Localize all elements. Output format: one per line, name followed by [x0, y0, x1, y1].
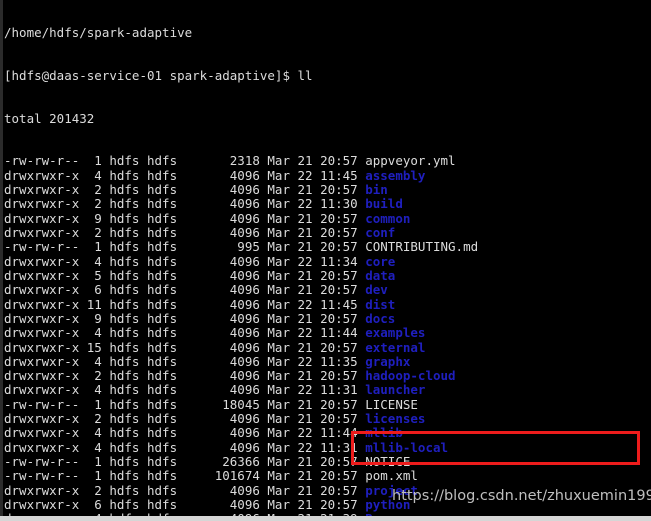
list-item-name[interactable]: build [365, 196, 403, 211]
list-row-metadata: drwxrwxr-x 2 hdfs hdfs 4096 Mar 21 20:57 [4, 225, 366, 240]
list-row-metadata: drwxrwxr-x 11 hdfs hdfs 4096 Mar 22 11:4… [4, 296, 366, 312]
list-item-name[interactable]: conf [365, 225, 395, 240]
list-row-metadata: drwxrwxr-x 2 hdfs hdfs 4096 Mar 21 20:57 [4, 182, 366, 198]
table-row[interactable]: drwxrwxr-x 5 hdfs hdfs 4096 Mar 21 20:57… [4, 267, 606, 283]
list-item-name[interactable]: docs [365, 311, 395, 326]
list-item-name[interactable]: mllib [365, 425, 403, 440]
list-row-metadata: drwxrwxr-x 6 hdfs hdfs 4096 Mar 21 20:57 [4, 282, 366, 298]
command-prompt-line: [hdfs@daas-service-01 spark-adaptive]$ l… [4, 67, 313, 83]
file-listing[interactable]: -rw-rw-r-- 1 hdfs hdfs 2318 Mar 21 20:57… [4, 154, 606, 521]
table-row[interactable]: drwxrwxr-x 2 hdfs hdfs 4096 Mar 21 20:57… [4, 182, 606, 198]
watermark-text: https://blog.csdn.net/zhuxuemin1991 [392, 488, 651, 504]
table-row[interactable]: drwxrwxr-x 4 hdfs hdfs 4096 Mar 22 11:31… [4, 439, 606, 455]
list-row-metadata: drwxrwxr-x 15 hdfs hdfs 4096 Mar 21 20:5… [4, 339, 366, 355]
list-item-name[interactable]: CONTRIBUTING.md [365, 239, 478, 254]
table-row[interactable]: drwxrwxr-x 4 hdfs hdfs 4096 Mar 22 11:44… [4, 326, 606, 340]
table-row[interactable]: drwxrwxr-x 11 hdfs hdfs 4096 Mar 22 11:4… [4, 296, 606, 312]
list-item-name[interactable]: hadoop-cloud [365, 368, 455, 383]
terminal-window[interactable]: /home/hdfs/spark-adaptive [hdfs@daas-ser… [0, 0, 651, 521]
list-item-name[interactable]: appveyor.yml [365, 153, 455, 168]
list-row-metadata: drwxrwxr-x 2 hdfs hdfs 4096 Mar 21 20:57 [4, 482, 366, 498]
list-row-metadata: -rw-rw-r-- 1 hdfs hdfs 26366 Mar 21 20:5… [4, 454, 366, 469]
window-left-edge [0, 0, 3, 521]
table-row[interactable]: drwxrwxr-x 2 hdfs hdfs 4096 Mar 21 20:57… [4, 368, 606, 384]
list-row-metadata: drwxrwxr-x 2 hdfs hdfs 4096 Mar 22 11:30 [4, 196, 366, 212]
table-row[interactable]: -rw-rw-r-- 1 hdfs hdfs 26366 Mar 21 20:5… [4, 454, 606, 469]
table-row[interactable]: drwxrwxr-x 2 hdfs hdfs 4096 Mar 21 20:57… [4, 225, 606, 240]
list-row-metadata: drwxrwxr-x 4 hdfs hdfs 4096 Mar 22 11:31 [4, 382, 366, 398]
table-row[interactable]: drwxrwxr-x 15 hdfs hdfs 4096 Mar 21 20:5… [4, 339, 606, 355]
table-row[interactable]: drwxrwxr-x 4 hdfs hdfs 4096 Mar 22 11:34… [4, 253, 606, 269]
list-row-metadata: drwxrwxr-x 4 hdfs hdfs 4096 Mar 22 11:45 [4, 167, 366, 183]
list-item-name[interactable]: LICENSE [365, 397, 418, 412]
list-item-name[interactable]: data [365, 268, 395, 283]
list-row-metadata: drwxrwxr-x 4 hdfs hdfs 4096 Mar 22 11:44 [4, 325, 366, 341]
table-row[interactable]: drwxrwxr-x 4 hdfs hdfs 4096 Mar 22 11:44… [4, 426, 606, 440]
list-row-metadata: drwxrwxr-x 2 hdfs hdfs 4096 Mar 21 20:57 [4, 411, 366, 427]
list-row-metadata: drwxrwxr-x 6 hdfs hdfs 4096 Mar 21 20:57 [4, 496, 366, 512]
list-item-name[interactable]: common [365, 211, 410, 226]
list-item-name[interactable]: core [365, 254, 395, 269]
total-line: total 201432 [4, 110, 95, 126]
list-row-metadata: drwxrwxr-x 4 hdfs hdfs 4096 Mar 22 11:31 [4, 439, 366, 455]
list-item-name[interactable]: dev [365, 282, 388, 297]
list-item-name[interactable]: licenses [365, 411, 425, 426]
terminal-screen[interactable]: /home/hdfs/spark-adaptive [hdfs@daas-ser… [4, 0, 606, 521]
table-row[interactable]: drwxrwxr-x 4 hdfs hdfs 4096 Mar 22 11:31… [4, 383, 606, 397]
table-row[interactable]: drwxrwxr-x 4 hdfs hdfs 4096 Mar 22 11:45… [4, 167, 606, 183]
list-row-metadata: drwxrwxr-x 5 hdfs hdfs 4096 Mar 21 20:57 [4, 267, 366, 283]
table-row[interactable]: drwxrwxr-x 6 hdfs hdfs 4096 Mar 21 20:57… [4, 283, 606, 297]
list-row-metadata: -rw-rw-r-- 1 hdfs hdfs 18045 Mar 21 20:5… [4, 396, 366, 412]
table-row[interactable]: -rw-rw-r-- 1 hdfs hdfs 18045 Mar 21 20:5… [4, 396, 606, 412]
list-item-name[interactable]: examples [365, 325, 425, 340]
window-bottom-edge [0, 516, 651, 521]
list-item-name[interactable]: pom.xml [365, 468, 418, 483]
path-line: /home/hdfs/spark-adaptive [4, 24, 193, 40]
list-item-name[interactable]: NOTICE [365, 454, 410, 469]
table-row[interactable]: -rw-rw-r-- 1 hdfs hdfs 2318 Mar 21 20:57… [4, 154, 606, 168]
table-row[interactable]: drwxrwxr-x 2 hdfs hdfs 4096 Mar 21 20:57… [4, 411, 606, 427]
list-row-metadata: -rw-rw-r-- 1 hdfs hdfs 101674 Mar 21 20:… [4, 468, 366, 484]
table-row[interactable]: -rw-rw-r-- 1 hdfs hdfs 101674 Mar 21 20:… [4, 469, 606, 483]
list-row-metadata: drwxrwxr-x 4 hdfs hdfs 4096 Mar 22 11:34 [4, 253, 366, 269]
table-row[interactable]: drwxrwxr-x 9 hdfs hdfs 4096 Mar 21 20:57… [4, 310, 606, 326]
list-row-metadata: drwxrwxr-x 9 hdfs hdfs 4096 Mar 21 20:57 [4, 210, 366, 226]
list-item-name[interactable]: graphx [365, 354, 410, 369]
list-item-name[interactable]: launcher [365, 382, 425, 397]
table-row[interactable]: -rw-rw-r-- 1 hdfs hdfs 995 Mar 21 20:57 … [4, 240, 606, 254]
list-item-name[interactable]: bin [365, 182, 388, 197]
list-row-metadata: drwxrwxr-x 2 hdfs hdfs 4096 Mar 21 20:57 [4, 368, 366, 384]
list-row-metadata: -rw-rw-r-- 1 hdfs hdfs 2318 Mar 21 20:57 [4, 153, 366, 169]
list-item-name[interactable]: assembly [365, 168, 425, 183]
list-row-metadata: drwxrwxr-x 4 hdfs hdfs 4096 Mar 22 11:35 [4, 353, 366, 369]
list-item-name[interactable]: mllib-local [365, 440, 448, 455]
list-row-metadata: drwxrwxr-x 9 hdfs hdfs 4096 Mar 21 20:57 [4, 310, 366, 326]
table-row[interactable]: drwxrwxr-x 4 hdfs hdfs 4096 Mar 22 11:35… [4, 353, 606, 369]
list-item-name[interactable]: external [365, 340, 425, 355]
table-row[interactable]: drwxrwxr-x 9 hdfs hdfs 4096 Mar 21 20:57… [4, 210, 606, 226]
list-row-metadata: drwxrwxr-x 4 hdfs hdfs 4096 Mar 22 11:44 [4, 425, 366, 441]
table-row[interactable]: drwxrwxr-x 2 hdfs hdfs 4096 Mar 22 11:30… [4, 197, 606, 211]
list-row-metadata: -rw-rw-r-- 1 hdfs hdfs 995 Mar 21 20:57 [4, 239, 366, 255]
list-item-name[interactable]: dist [365, 297, 395, 312]
